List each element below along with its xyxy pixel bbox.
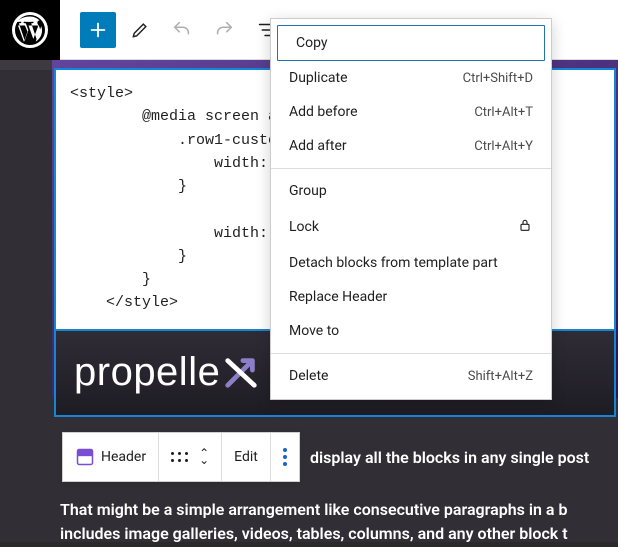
menu-copy-label: Copy [296, 35, 328, 51]
redo-button[interactable] [206, 12, 242, 48]
block-options-button[interactable] [271, 433, 299, 481]
logo-x-arrow-icon [222, 353, 260, 391]
edit-mode-button[interactable] [122, 12, 158, 48]
menu-lock[interactable]: Lock [271, 208, 551, 246]
undo-button[interactable] [164, 12, 200, 48]
menu-add-before[interactable]: Add before Ctrl+Alt+T [271, 95, 551, 129]
menu-lock-label: Lock [289, 219, 319, 235]
page-text-1: display all the blocks in any single pos… [310, 446, 618, 471]
menu-separator [271, 168, 551, 169]
menu-add-after-shortcut: Ctrl+Alt+Y [474, 139, 533, 154]
block-options-menu: Copy Duplicate Ctrl+Shift+D Add before C… [270, 18, 552, 400]
menu-duplicate[interactable]: Duplicate Ctrl+Shift+D [271, 61, 551, 95]
menu-replace-label: Replace Header [289, 289, 387, 305]
edit-label: Edit [234, 449, 258, 465]
redo-icon [213, 19, 235, 41]
menu-add-before-shortcut: Ctrl+Alt+T [474, 105, 533, 120]
plus-icon [87, 19, 109, 41]
menu-replace-header[interactable]: Replace Header [271, 280, 551, 314]
move-up-down-icon: ⌃⌄ [199, 450, 209, 463]
block-mover[interactable]: ⌃⌄ [159, 433, 222, 481]
more-vertical-icon [283, 448, 287, 466]
wordpress-logo[interactable] [0, 0, 60, 60]
menu-separator-2 [271, 353, 551, 354]
menu-delete[interactable]: Delete Shift+Alt+Z [271, 359, 551, 393]
block-type-button[interactable]: Header [63, 433, 159, 481]
menu-add-before-label: Add before [289, 104, 358, 120]
page-text-2: That might be a simple arrangement like … [60, 498, 618, 523]
edit-template-button[interactable]: Edit [222, 433, 271, 481]
menu-copy[interactable]: Copy [277, 25, 545, 61]
menu-add-after[interactable]: Add after Ctrl+Alt+Y [271, 129, 551, 163]
drag-handle-icon [171, 452, 189, 463]
logo-text-x [222, 350, 260, 395]
wordpress-icon [12, 12, 48, 48]
template-part-icon [75, 447, 95, 467]
undo-icon [171, 19, 193, 41]
menu-group[interactable]: Group [271, 174, 551, 208]
logo-text-main: propelle [74, 350, 220, 395]
site-logo-text: propelle [74, 350, 260, 395]
menu-duplicate-label: Duplicate [289, 70, 348, 86]
block-toolbar: Header ⌃⌄ Edit [62, 432, 300, 482]
menu-group-label: Group [289, 183, 327, 199]
menu-add-after-label: Add after [289, 138, 347, 154]
menu-detach[interactable]: Detach blocks from template part [271, 246, 551, 280]
page-text-3: includes image galleries, videos, tables… [60, 522, 618, 547]
menu-delete-shortcut: Shift+Alt+Z [468, 369, 533, 384]
add-block-button[interactable] [80, 12, 116, 48]
menu-detach-label: Detach blocks from template part [289, 255, 498, 271]
menu-delete-label: Delete [289, 368, 328, 384]
menu-duplicate-shortcut: Ctrl+Shift+D [463, 71, 533, 86]
menu-move-to-label: Move to [289, 323, 339, 339]
menu-move-to[interactable]: Move to [271, 314, 551, 348]
lock-icon [517, 217, 533, 237]
block-type-label: Header [101, 449, 146, 465]
pencil-icon [130, 20, 150, 40]
